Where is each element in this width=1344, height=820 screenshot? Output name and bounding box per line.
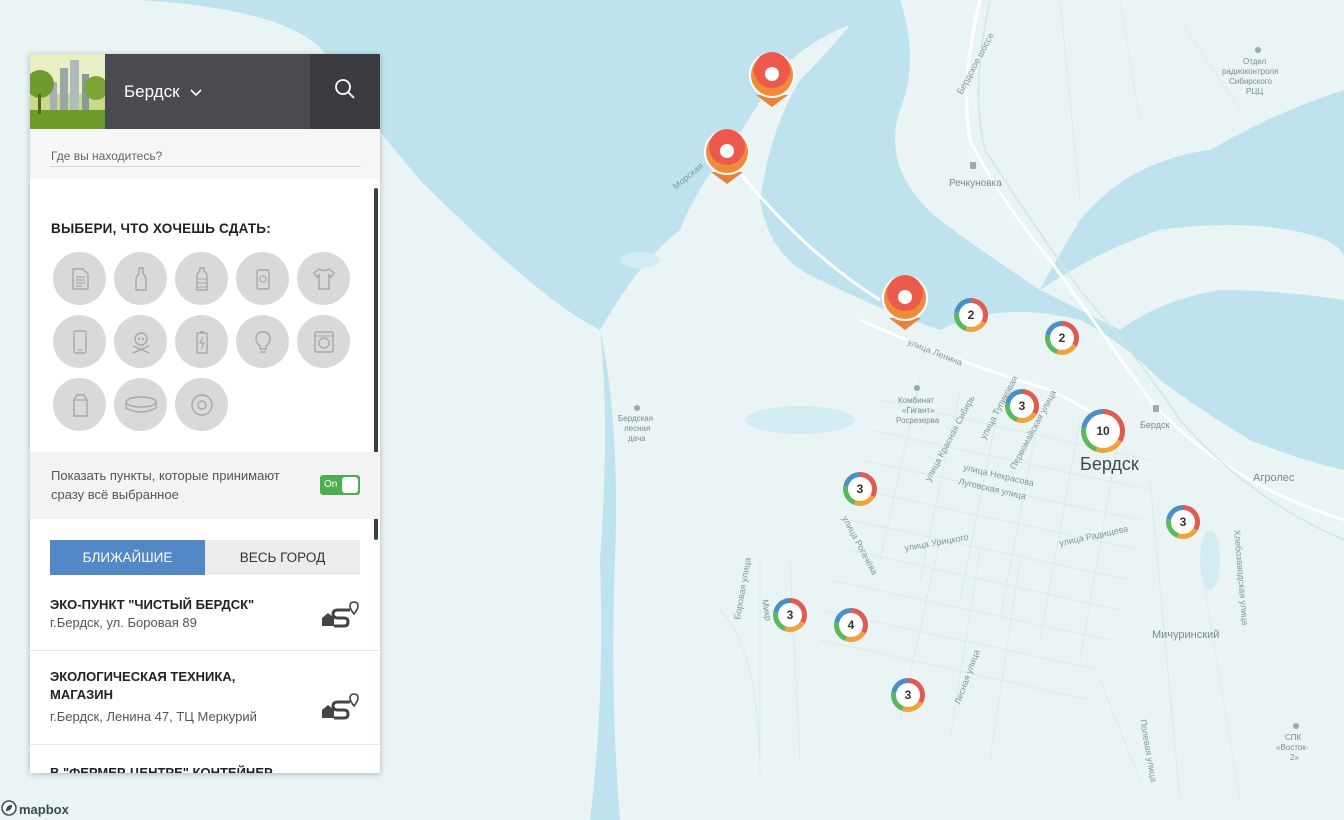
location-bar — [30, 129, 380, 179]
cluster-marker[interactable]: 10 — [1081, 409, 1126, 454]
label-dacha: Бердская — [618, 414, 653, 423]
chevron-down-icon — [189, 82, 202, 102]
paper-icon — [71, 267, 89, 290]
label-city-berdsk: Бердск — [1080, 454, 1139, 474]
cluster-count: 2 — [1059, 331, 1066, 345]
category-tetrapak[interactable] — [53, 378, 106, 431]
appliance-icon — [313, 330, 334, 353]
battery-icon — [195, 330, 208, 354]
label-otdel-2: радиоконтроля — [1222, 67, 1278, 76]
glass-bottle-icon — [134, 266, 147, 291]
search-icon — [334, 78, 356, 105]
cluster-marker[interactable]: 2 — [1045, 321, 1079, 355]
cluster-marker[interactable]: 3 — [891, 678, 926, 713]
toggle-knob — [342, 477, 358, 493]
filter-toggle[interactable]: On — [320, 475, 360, 495]
cluster-marker[interactable]: 2 — [953, 298, 988, 332]
label-berdsk-station: Бердск — [1140, 420, 1169, 430]
label-spk: СПК — [1285, 733, 1302, 742]
cluster-count: 10 — [1096, 424, 1110, 438]
filter-text: Показать пункты, которые принимают сразу… — [51, 468, 280, 502]
category-plastic[interactable] — [175, 252, 228, 305]
place-name: В "ФЕРМЕР-ЦЕНТРЕ" КОНТЕЙНЕР — [50, 765, 273, 773]
search-button[interactable] — [310, 54, 380, 129]
category-clothes[interactable] — [297, 252, 350, 305]
tire-icon — [190, 393, 213, 416]
location-input[interactable] — [50, 146, 361, 167]
label-otdel: Отдел — [1243, 57, 1266, 66]
category-metal[interactable] — [236, 252, 289, 305]
tab-nearest[interactable]: БЛИЖАЙШИЕ — [50, 540, 205, 575]
label-spk-3: 2» — [1290, 753, 1299, 762]
category-lamps[interactable] — [236, 315, 289, 368]
category-hazardous[interactable] — [114, 315, 167, 368]
lightbulb-icon — [254, 330, 271, 353]
cluster-count: 3 — [857, 482, 864, 496]
street-morskaya: Морская — [671, 161, 705, 192]
label-kombinat: Комбинат — [898, 396, 934, 405]
land-north-2 — [1040, 225, 1344, 330]
label-otdel-4: РЦЦ — [1246, 87, 1263, 96]
route-icon[interactable] — [320, 596, 360, 633]
label-spk-2: «Восток- — [1276, 743, 1309, 752]
category-appliances[interactable] — [297, 315, 350, 368]
list-item[interactable]: ЭКО-ПУНКТ "ЧИСТЫЙ БЕРДСК" г.Бердск, ул. … — [30, 578, 380, 651]
plastic-bottle-icon — [195, 266, 208, 291]
cluster-marker[interactable]: 3 — [1166, 505, 1200, 539]
phone-icon — [72, 329, 87, 354]
category-paper[interactable] — [53, 252, 106, 305]
tab-whole-city[interactable]: ВЕСЬ ГОРОД — [205, 540, 360, 575]
toggle-label: On — [324, 479, 338, 490]
mapbox-text: mapbox — [19, 802, 69, 817]
cluster-count: 2 — [968, 308, 975, 322]
list-item[interactable]: В "ФЕРМЕР-ЦЕНТРЕ" КОНТЕЙНЕР — [30, 744, 380, 773]
city-name: Бердск — [124, 82, 180, 101]
label-kombinat-3: Росрезерва — [896, 416, 940, 425]
label-rechkunovka: Речкуновка — [949, 178, 1002, 189]
filter-row: Показать пункты, которые принимают сразу… — [30, 452, 380, 519]
category-tires[interactable] — [175, 378, 228, 431]
cluster-count: 4 — [848, 618, 855, 632]
cluster-count: 3 — [1019, 399, 1026, 413]
tetrapak-icon — [72, 393, 88, 417]
category-lids[interactable] — [114, 378, 167, 431]
label-agroles: Агролес — [1253, 472, 1295, 484]
hazardous-icon — [132, 331, 149, 354]
tin-can-icon — [255, 268, 270, 290]
city-thumbnail — [30, 54, 105, 129]
cluster-count: 3 — [1180, 515, 1187, 529]
list-item[interactable]: ЭКОЛОГИЧЕСКАЯ ТЕХНИКА, МАГАЗИН г.Бердск,… — [30, 650, 380, 745]
cluster-marker[interactable]: 3 — [843, 472, 877, 506]
label-dacha-3: дача — [628, 434, 646, 443]
category-electronics[interactable] — [53, 315, 106, 368]
city-selector[interactable]: Бердск — [124, 82, 202, 102]
cluster-marker[interactable]: 3 — [773, 598, 807, 632]
label-michurinsky: Мичуринский — [1152, 629, 1219, 641]
place-address: г.Бердск, ул. Боровая 89 — [50, 615, 197, 630]
route-icon[interactable] — [320, 688, 360, 725]
cluster-marker[interactable]: 3 — [1005, 389, 1039, 423]
category-glass[interactable] — [114, 252, 167, 305]
category-batteries[interactable] — [175, 315, 228, 368]
cluster-count: 3 — [787, 608, 794, 622]
mapbox-attribution[interactable]: mapbox — [1, 800, 69, 819]
panel-header: Бердск — [30, 54, 380, 129]
label-dacha-2: лесная — [624, 424, 650, 433]
label-otdel-3: Сибирского — [1229, 77, 1273, 86]
sidebar-panel: Бердск ВЫБЕРИ, ЧТО ХОЧЕШЬ СДАТЬ: — [30, 54, 380, 773]
clothes-icon — [312, 267, 335, 290]
label-kombinat-2: «Гигант» — [902, 406, 935, 415]
mapbox-logo-icon — [1, 800, 17, 819]
lid-icon — [124, 395, 157, 413]
cluster-marker[interactable]: 4 — [834, 608, 868, 642]
place-address: г.Бердск, Ленина 47, ТЦ Меркурий — [50, 709, 257, 724]
cluster-count: 3 — [905, 688, 912, 702]
place-name: ЭКО-ПУНКТ "ЧИСТЫЙ БЕРДСК" — [50, 597, 255, 612]
place-name: ЭКОЛОГИЧЕСКАЯ ТЕХНИКА, МАГАЗИН — [50, 669, 236, 702]
categories-title: ВЫБЕРИ, ЧТО ХОЧЕШЬ СДАТЬ: — [51, 221, 271, 236]
